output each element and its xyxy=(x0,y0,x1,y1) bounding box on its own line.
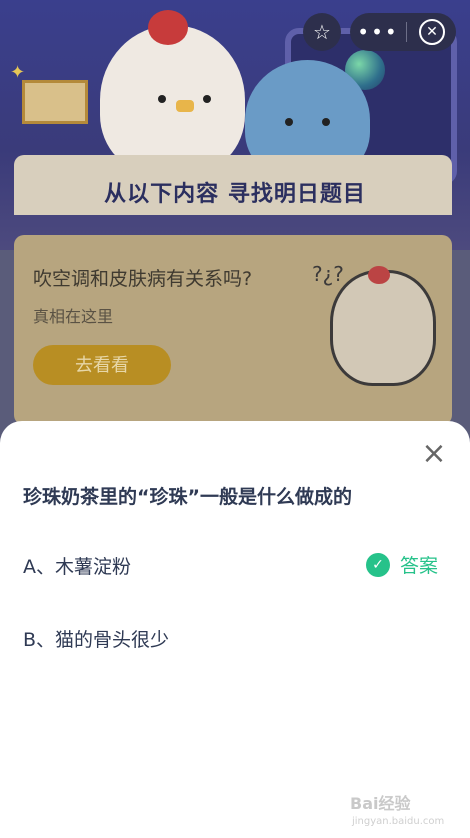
sparkle-icon: ✦ xyxy=(10,62,26,83)
sheet-close-button[interactable]: × xyxy=(420,439,448,469)
banner-title: 从以下内容 寻找明日题目 xyxy=(104,182,366,207)
chicken-mascot-illustration xyxy=(100,25,245,175)
watermark-url: jingyan.baidu.com xyxy=(352,816,445,827)
close-circle-icon: ✕ xyxy=(426,24,438,40)
promo-card-subtitle: 真相在这里 xyxy=(33,307,114,326)
capsule-divider xyxy=(406,22,407,42)
thinking-mascot-illustration xyxy=(330,270,436,386)
check-circle-icon: ✓ xyxy=(366,552,390,577)
chicken-eye xyxy=(203,95,211,103)
chicken-comb-illustration xyxy=(148,10,188,45)
option-b[interactable]: B、猫的骨头很少 xyxy=(23,625,169,652)
watermark-logo: Bai经验 xyxy=(350,794,411,813)
question-marks-icon: ?¿? xyxy=(312,262,344,286)
close-app-button[interactable]: ✕ xyxy=(419,19,445,45)
award-frame-illustration xyxy=(22,80,88,124)
favorite-button[interactable]: ☆ xyxy=(303,13,341,51)
creature-eye xyxy=(285,118,293,126)
quiz-question: 珍珠奶茶里的“珍珠”一般是什么做成的 xyxy=(23,486,352,508)
more-button[interactable]: ••• xyxy=(350,20,406,44)
star-icon: ☆ xyxy=(313,21,331,44)
close-icon: × xyxy=(421,436,447,471)
go-see-button[interactable]: 去看看 xyxy=(33,345,171,385)
answer-indicator: ✓ 答案 xyxy=(366,551,438,578)
promo-card-question: 吹空调和皮肤病有关系吗? xyxy=(33,268,253,290)
chicken-eye xyxy=(158,95,166,103)
menu-capsule: ••• ✕ xyxy=(350,13,456,51)
more-dots-icon: ••• xyxy=(357,20,399,44)
chicken-beak xyxy=(176,100,194,112)
creature-eye xyxy=(322,118,330,126)
mascot-comb-illustration xyxy=(368,266,390,284)
option-a[interactable]: A、木薯淀粉 xyxy=(23,552,131,579)
answer-label: 答案 xyxy=(400,555,439,577)
